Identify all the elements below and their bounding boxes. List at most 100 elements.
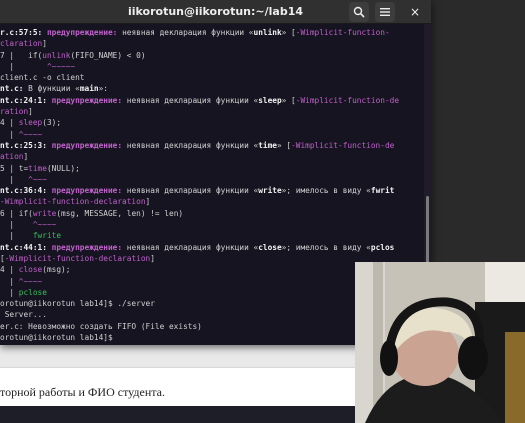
terminal-text-segment: | <box>0 220 33 230</box>
terminal-text-segment: 4 | <box>0 118 19 128</box>
terminal-text-segment: ^~~~~ <box>18 276 43 286</box>
terminal-text-segment: write <box>32 208 57 218</box>
terminal-text-segment: » [ <box>276 140 292 150</box>
terminal-text-segment: ] <box>28 107 33 117</box>
terminal-line: client.c -o client <box>0 72 424 83</box>
terminal-text-segment: claration <box>0 39 43 49</box>
terminal-text-segment: ation <box>0 152 24 162</box>
terminal-text-segment: | <box>0 231 33 241</box>
terminal-text-segment: fwrite <box>32 231 62 241</box>
terminal-text-segment: »: <box>98 84 108 94</box>
terminal-text-segment: (NULL); <box>46 163 80 173</box>
background-document-text: торной работы и ФИО студента. <box>0 385 165 399</box>
terminal-text-segment: nt.c:36:4: <box>0 186 52 196</box>
terminal-text-segment: -Wimplicit-function- <box>295 28 390 37</box>
terminal-text-segment: (msg); <box>42 265 71 275</box>
close-button[interactable]: × <box>405 2 425 22</box>
terminal-text-segment: »; имелось в виду « <box>281 186 371 196</box>
terminal-text-segment: | <box>0 174 29 184</box>
terminal-text-segment: ration <box>0 107 29 117</box>
terminal-text-segment: nt.c:24:1: <box>0 95 52 105</box>
terminal-line: 5 | t=time(NULL); <box>0 163 424 174</box>
terminal-line: nt.c:25:3: предупреждение: неявная декла… <box>0 140 424 151</box>
terminal-text-segment: » [ <box>281 28 296 37</box>
search-button[interactable] <box>349 2 369 22</box>
terminal-text-segment: client.c -o client <box>0 73 85 83</box>
terminal-text-segment: -Wimplicit-function-de <box>295 95 400 105</box>
terminal-text-segment: | <box>0 287 19 297</box>
terminal-text-segment: orotun@iikorotun lab14]$ ./server <box>0 299 155 309</box>
background-taskbar <box>0 406 360 423</box>
terminal-text-segment: ] <box>42 39 47 49</box>
terminal-line: | ^~~~ <box>0 174 424 185</box>
terminal-line: nt.c:44:1: предупреждение: неявная декла… <box>0 242 424 253</box>
terminal-text-segment: ] <box>145 197 151 207</box>
webcam-person-image <box>355 262 525 423</box>
terminal-line: ration] <box>0 106 424 117</box>
terminal-text-segment: (msg, MESSAGE, len) != len) <box>56 208 184 218</box>
terminal-text-segment: sleep <box>18 118 43 128</box>
terminal-text-segment: -Wimplicit-function-declaration <box>4 253 151 263</box>
terminal-text-segment: write <box>258 186 282 196</box>
terminal-titlebar[interactable]: iikorotun@iikorotun:~/lab14 × <box>0 0 431 24</box>
terminal-text-segment: ^~~~~ <box>32 220 57 230</box>
background-window-dark-area <box>430 0 525 262</box>
terminal-text-segment: close <box>18 265 43 275</box>
terminal-text-segment: неявная декларация функции « <box>126 95 259 105</box>
terminal-text-segment: ^~~~ <box>28 174 47 184</box>
menu-button[interactable] <box>375 2 395 22</box>
terminal-text-segment: »; имелось в виду « <box>281 242 371 252</box>
terminal-text-segment: неявная декларация функции « <box>126 242 259 252</box>
terminal-text-segment: 7 | <box>0 50 29 60</box>
terminal-text-segment: » [ <box>281 95 296 105</box>
terminal-line: | ^~~~~ <box>0 219 424 230</box>
terminal-text-segment: r.c:57:5: <box>0 28 47 37</box>
terminal-line: r.c:57:5: предупреждение: неявная деклар… <box>0 27 424 38</box>
terminal-line: 6 | if(write(msg, MESSAGE, len) != len) <box>0 208 424 219</box>
terminal-text-segment: orotun@iikorotun lab14]$ <box>0 333 118 343</box>
terminal-text-segment: 5 | t= <box>0 163 29 173</box>
terminal-text-segment: (FIFO_NAME) < 0) <box>70 50 146 60</box>
terminal-text-segment: unlink <box>42 50 71 60</box>
webcam-overlay <box>355 262 525 423</box>
terminal-text-segment: pclos <box>370 242 395 252</box>
terminal-text-segment: ] <box>150 253 155 263</box>
terminal-text-segment: -Wimplicit-function-declaration <box>0 197 146 207</box>
terminal-text-segment: -Wimplicit-function-de <box>291 140 395 150</box>
terminal-text-segment: | <box>0 276 19 286</box>
terminal-text-segment: nt.c:25:3: <box>0 140 52 150</box>
terminal-text-segment: nt.c:44:1: <box>0 242 52 252</box>
terminal-text-segment: ^~~~~~ <box>46 61 76 71</box>
terminal-text-segment: fwrit <box>370 186 395 196</box>
terminal-line: | ^~~~~~ <box>0 61 424 72</box>
terminal-line: -Wimplicit-function-declaration] <box>0 196 424 207</box>
terminal-text-segment: 6 | if( <box>0 208 33 218</box>
terminal-text-segment: предупреждение: <box>51 95 127 105</box>
terminal-text-segment: time <box>258 140 277 150</box>
terminal-text-segment: time <box>28 163 47 173</box>
terminal-text-segment: pclose <box>18 287 47 297</box>
terminal-text-segment: if( <box>28 50 43 60</box>
search-icon <box>353 6 365 18</box>
terminal-text-segment: (3); <box>42 118 62 128</box>
terminal-text-segment: unlink <box>253 28 282 37</box>
terminal-text-segment: close <box>258 242 282 252</box>
terminal-line: nt.c:24:1: предупреждение: неявная декла… <box>0 95 424 106</box>
terminal-line: nt.c: В функции «main»: <box>0 83 424 94</box>
hamburger-menu-icon <box>380 8 390 16</box>
terminal-text-segment: 4 | <box>0 265 19 275</box>
terminal-text-segment: предупреждение: <box>46 28 123 37</box>
terminal-text-segment: er.c: Невозможно создать FIFO (File exis… <box>0 321 202 331</box>
close-icon: × <box>409 5 421 19</box>
terminal-text-segment: неявная декларация функции « <box>126 140 259 150</box>
terminal-line: nt.c:36:4: предупреждение: неявная декла… <box>0 185 424 196</box>
terminal-text-segment: неявная декларация функции « <box>126 186 259 196</box>
terminal-text-segment: предупреждение: <box>51 186 127 196</box>
terminal-line: | fwrite <box>0 230 424 241</box>
terminal-text-segment: предупреждение: <box>51 242 127 252</box>
terminal-line: 7 | if(unlink(FIFO_NAME) < 0) <box>0 50 424 61</box>
terminal-text-segment: | <box>0 129 19 139</box>
terminal-text-segment: Server... <box>0 310 47 320</box>
terminal-text-segment: sleep <box>258 95 282 105</box>
terminal-line: 4 | sleep(3); <box>0 117 424 128</box>
